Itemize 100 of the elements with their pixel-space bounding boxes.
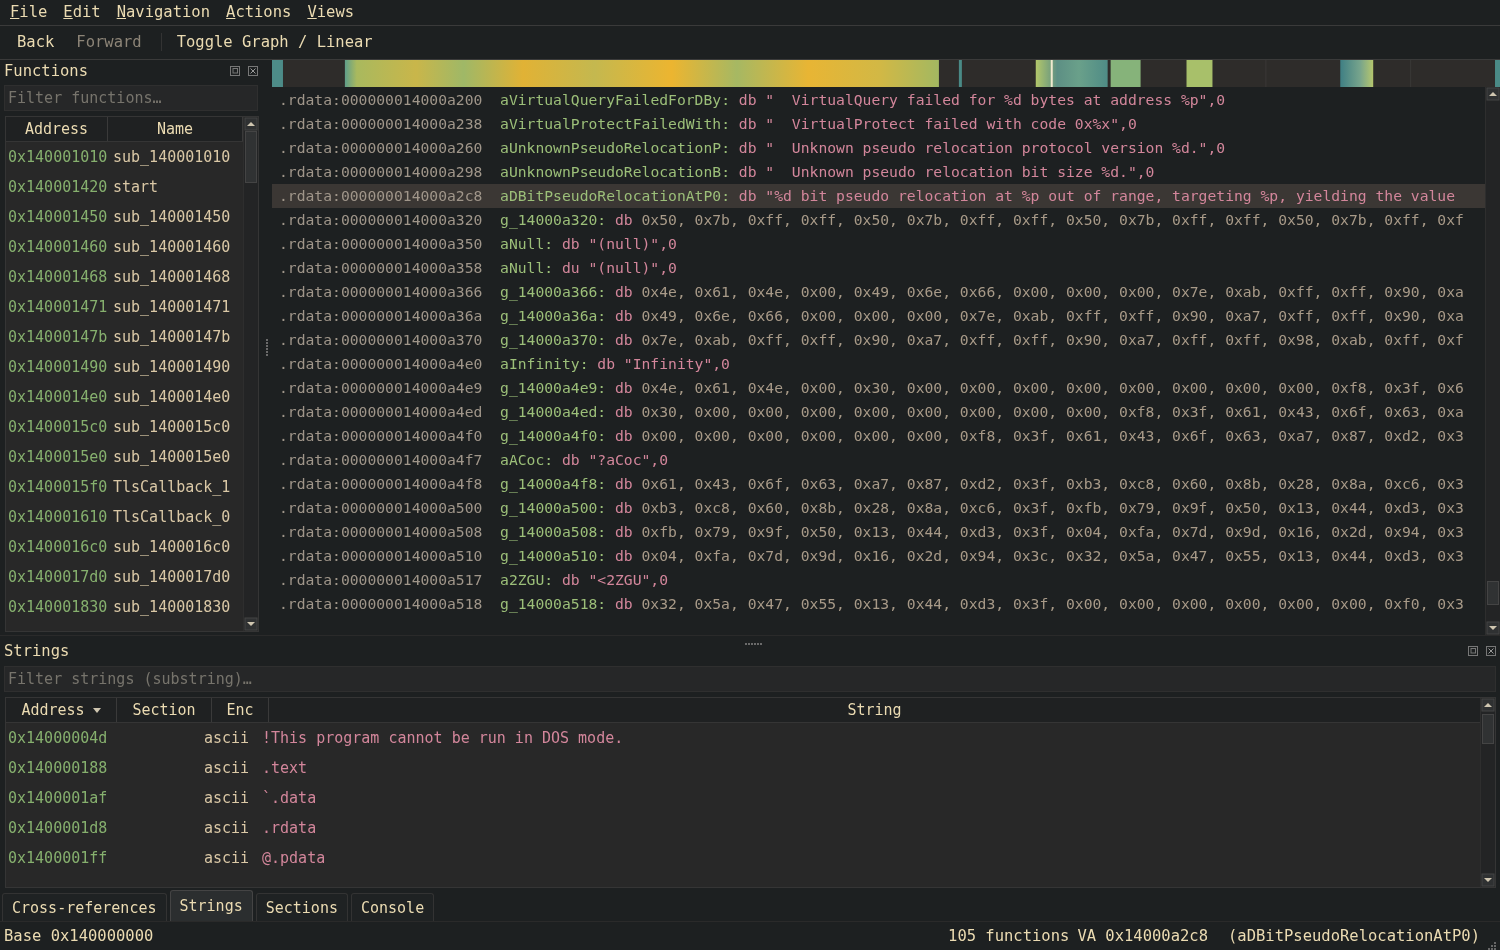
function-name-cell[interactable]: sub_140001450: [107, 207, 231, 226]
filter-field[interactable]: Filter functions…: [4, 84, 258, 111]
symbol-label[interactable]: aDBitPseudoRelocationAtP0:: [500, 187, 730, 205]
float-icon[interactable]: [230, 65, 240, 76]
function-name-cell[interactable]: sub_1400016c0: [107, 537, 231, 556]
address-cell[interactable]: 0x140001450: [8, 207, 107, 226]
column-header[interactable]: Section: [117, 698, 212, 723]
splitter-handle-icon[interactable]: [745, 643, 762, 647]
function-name-cell[interactable]: sub_140001490: [107, 357, 231, 376]
address-cell[interactable]: 0x140001420: [8, 177, 107, 196]
symbol-label[interactable]: g_14000a370:: [500, 331, 607, 349]
address-cell[interactable]: 0x140001468: [8, 267, 107, 286]
listing-row[interactable]: .rdata:000000014000a36a g_14000a36a: db 0x49, 0x6e, 0x66, 0x00, 0x00, 0x00, 0x7e, 0xab, 0xff, 0xff, 0x90, 0xa7, 0xff, 0xff, 0x90, 0xa: [272, 303, 1485, 328]
listing-row[interactable]: .rdata:000000014000a2c8 aDBitPseudoRelocationAtP0: db "%d bit pseudo relocation at %p out of range, targeting %p, yielding the value: [272, 183, 1485, 208]
scroll-up-button[interactable]: [1481, 698, 1495, 713]
function-name-cell[interactable]: TlsCallback_0: [107, 507, 231, 526]
symbol-label[interactable]: g_14000a508:: [500, 523, 607, 541]
symbol-label[interactable]: a2ZGU:: [500, 571, 554, 589]
symbol-label[interactable]: aVirtualProtectFailedWith:: [500, 115, 730, 133]
address-cell[interactable]: 0x140000188: [6, 759, 204, 778]
splitter-handle-icon[interactable]: [265, 339, 269, 356]
listing-row[interactable]: .rdata:000000014000a200 aVirtualQueryFailedForDBy: db " VirtualQuery failed for %d bytes at address %p",0: [272, 87, 1485, 112]
symbol-label[interactable]: g_14000a4ed:: [500, 403, 607, 421]
function-name-cell[interactable]: sub_140001460: [107, 237, 231, 256]
function-name-cell[interactable]: start: [107, 177, 159, 196]
close-icon[interactable]: [248, 65, 258, 76]
address-cell[interactable]: 0x1400001d8: [6, 819, 204, 838]
address-cell[interactable]: 0x1400015f0: [8, 477, 107, 496]
address-cell[interactable]: 0x1400015e0: [8, 447, 107, 466]
symbol-label[interactable]: aInfinity:: [500, 355, 589, 373]
symbol-label[interactable]: g_14000a320:: [500, 211, 607, 229]
symbol-label[interactable]: g_14000a4e9:: [500, 379, 607, 397]
listing-row[interactable]: .rdata:000000014000a4e9 g_14000a4e9: db 0x4e, 0x61, 0x4e, 0x00, 0x30, 0x00, 0x00, 0x00, 0x00, 0x00, 0x00, 0x00, 0x00, 0xf8, 0x3f, 0x6: [272, 375, 1485, 400]
listing-row[interactable]: .rdata:000000014000a4ed g_14000a4ed: db 0x30, 0x00, 0x00, 0x00, 0x00, 0x00, 0x00, 0x00, 0x00, 0xf8, 0x3f, 0x61, 0x43, 0x6f, 0x63, 0xa: [272, 399, 1485, 424]
address-cell[interactable]: 0x1400015c0: [8, 417, 107, 436]
symbol-label[interactable]: g_14000a518:: [500, 595, 607, 613]
scroll-down-button[interactable]: [1486, 621, 1500, 636]
address-cell[interactable]: 0x140001610: [8, 507, 107, 526]
scrollbar-thumb[interactable]: [1487, 580, 1499, 605]
listing-row[interactable]: .rdata:000000014000a518 g_14000a518: db 0x32, 0x5a, 0x47, 0x55, 0x13, 0x44, 0xd3, 0x3f, 0x00, 0x00, 0x00, 0x00, 0x00, 0x00, 0xf0, 0x3: [272, 591, 1485, 616]
listing-row[interactable]: .rdata:000000014000a510 g_14000a510: db 0x04, 0xfa, 0x7d, 0x9d, 0x16, 0x2d, 0x94, 0x3c, 0x32, 0x5a, 0x47, 0x55, 0x13, 0x44, 0xd3, 0x3: [272, 543, 1485, 568]
scrollbar-thumb[interactable]: [1482, 714, 1494, 745]
listing-row[interactable]: .rdata:000000014000a370 g_14000a370: db 0x7e, 0xab, 0xff, 0xff, 0x90, 0xa7, 0xff, 0xff, 0x90, 0xa7, 0xff, 0xff, 0x98, 0xab, 0xff, 0xf: [272, 327, 1485, 352]
scroll-down-button[interactable]: [244, 617, 258, 632]
menu-item[interactable]: Navigation: [108, 3, 219, 22]
symbol-label[interactable]: aUnknownPseudoRelocationB:: [500, 163, 730, 181]
address-cell[interactable]: 0x1400017d0: [8, 567, 107, 586]
scrollbar[interactable]: [243, 116, 258, 632]
symbol-label[interactable]: g_14000a510:: [500, 547, 607, 565]
function-name-cell[interactable]: sub_14000147b: [107, 327, 231, 346]
function-name-cell[interactable]: sub_140001468: [107, 267, 231, 286]
function-name-cell[interactable]: sub_140001471: [107, 297, 231, 316]
listing-row[interactable]: .rdata:000000014000a358 aNull: du "(null)",0: [272, 255, 1485, 280]
address-cell[interactable]: 0x1400001af: [6, 789, 204, 808]
listing-row[interactable]: .rdata:000000014000a350 aNull: db "(null)",0: [272, 231, 1485, 256]
address-cell[interactable]: 0x140001460: [8, 237, 107, 256]
address-cell[interactable]: 0x140001830: [8, 597, 107, 616]
symbol-label[interactable]: g_14000a366:: [500, 283, 607, 301]
overview-bar[interactable]: [272, 59, 1500, 87]
address-cell[interactable]: 0x1400014e0: [8, 387, 107, 406]
menu-item[interactable]: Actions: [218, 3, 300, 22]
menu-item[interactable]: Views: [299, 3, 363, 22]
function-name-cell[interactable]: TlsCallback_1: [107, 477, 231, 496]
function-name-cell[interactable]: sub_1400015e0: [107, 447, 231, 466]
scroll-up-button[interactable]: [244, 116, 258, 131]
column-header[interactable]: Address: [6, 116, 108, 141]
address-cell[interactable]: 0x140001471: [8, 297, 107, 316]
function-name-cell[interactable]: sub_140001830: [107, 597, 231, 616]
column-header[interactable]: String: [269, 698, 1480, 723]
symbol-label[interactable]: aVirtualQueryFailedForDBy:: [500, 91, 730, 109]
listing-row[interactable]: .rdata:000000014000a320 g_14000a320: db 0x50, 0x7b, 0xff, 0xff, 0x50, 0x7b, 0xff, 0xff, 0x50, 0x7b, 0xff, 0xff, 0x50, 0x7b, 0xff, 0xf: [272, 207, 1485, 232]
function-name-cell[interactable]: sub_1400014e0: [107, 387, 231, 406]
address-cell[interactable]: 0x140001490: [8, 357, 107, 376]
filter-field[interactable]: Filter strings (substring)…: [4, 666, 1496, 693]
symbol-label[interactable]: g_14000a36a:: [500, 307, 607, 325]
address-cell[interactable]: 0x140001010: [8, 147, 107, 166]
address-cell[interactable]: 0x14000147b: [8, 327, 107, 346]
symbol-label[interactable]: g_14000a4f8:: [500, 475, 607, 493]
listing-row[interactable]: .rdata:000000014000a508 g_14000a508: db 0xfb, 0x79, 0x9f, 0x50, 0x13, 0x44, 0xd3, 0x3f, 0x04, 0xfa, 0x7d, 0x9d, 0x16, 0x2d, 0x94, 0x3: [272, 519, 1485, 544]
listing-row[interactable]: .rdata:000000014000a4f0 g_14000a4f0: db 0x00, 0x00, 0x00, 0x00, 0x00, 0x00, 0xf8, 0x3f, 0x61, 0x43, 0x6f, 0x63, 0xa7, 0x87, 0xd2, 0x3: [272, 423, 1485, 448]
scrollbar-thumb[interactable]: [245, 130, 257, 183]
menu-item[interactable]: Edit: [55, 3, 109, 22]
symbol-label[interactable]: aNull:: [500, 235, 554, 253]
address-cell[interactable]: 0x1400001ff: [6, 849, 204, 868]
symbol-label[interactable]: aNull:: [500, 259, 554, 277]
function-name-cell[interactable]: sub_140001010: [107, 147, 231, 166]
float-icon[interactable]: [1468, 646, 1478, 657]
symbol-label[interactable]: g_14000a4f0:: [500, 427, 607, 445]
tab[interactable]: Strings: [169, 890, 253, 922]
listing-row[interactable]: .rdata:000000014000a298 aUnknownPseudoRelocationB: db " Unknown pseudo relocation bit size %d.",0: [272, 159, 1485, 184]
listing-row[interactable]: .rdata:000000014000a500 g_14000a500: db 0xb3, 0xc8, 0x60, 0x8b, 0x28, 0x8a, 0xc6, 0x3f, 0xfb, 0x79, 0x9f, 0x50, 0x13, 0x44, 0xd3, 0x3: [272, 495, 1485, 520]
function-name-cell[interactable]: sub_1400017d0: [107, 567, 231, 586]
scrollbar[interactable]: [1480, 698, 1495, 888]
toolbar-button[interactable]: Back: [8, 29, 64, 56]
column-header[interactable]: Address: [6, 698, 117, 723]
column-header[interactable]: Enc: [212, 698, 269, 723]
close-icon[interactable]: [1486, 646, 1496, 657]
tab[interactable]: Sections: [255, 893, 348, 922]
listing-row[interactable]: .rdata:000000014000a517 a2ZGU: db "<2ZGU",0: [272, 567, 1485, 592]
symbol-label[interactable]: aUnknownPseudoRelocationP:: [500, 139, 730, 157]
